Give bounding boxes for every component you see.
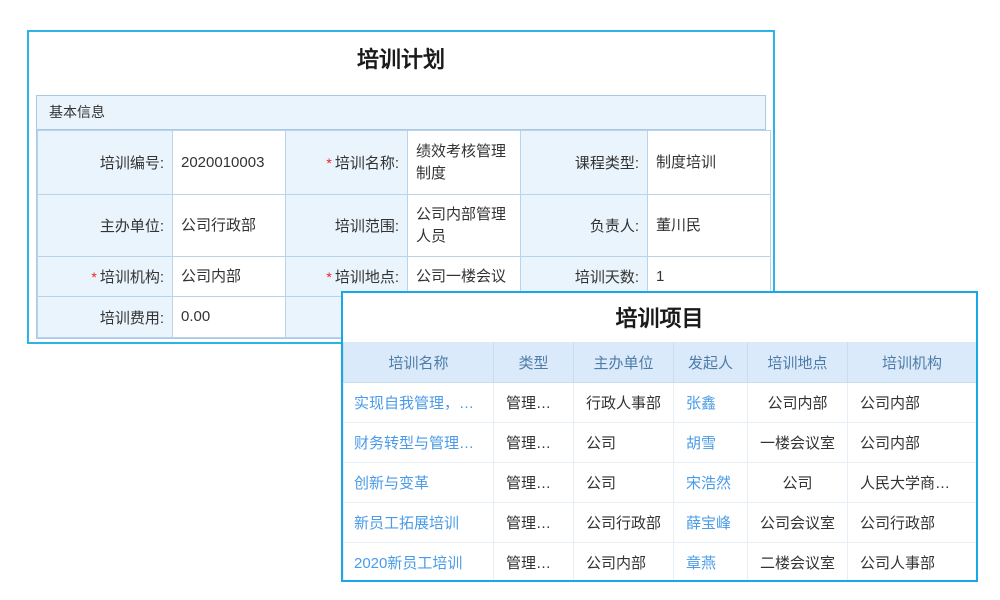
initiator-cell[interactable]: 章燕 xyxy=(674,543,748,583)
basic-info-header: 基本信息 xyxy=(37,96,765,130)
host-cell: 行政人事部 xyxy=(574,383,674,423)
table-row: 创新与变革 管理能力 公司 宋浩然 公司 人民大学商学院 xyxy=(344,463,977,503)
training-name-cell[interactable]: 新员工拓展培训 xyxy=(344,503,494,543)
host-cell: 公司内部 xyxy=(574,543,674,583)
initiator-cell[interactable]: 宋浩然 xyxy=(674,463,748,503)
form-row: 培训编号: 2020010003 *培训名称: 绩效考核管理制度 课程类型: 制… xyxy=(38,131,771,195)
initiator-link[interactable]: 胡雪 xyxy=(686,435,716,452)
col-header-location: 培训地点 xyxy=(748,343,848,383)
type-cell: 管理培训 xyxy=(494,543,574,583)
field-value-course-type: 制度培训 xyxy=(648,131,771,195)
field-value-training-agency: 公司内部 xyxy=(173,257,286,297)
plan-panel-title: 培训计划 xyxy=(29,45,773,75)
table-row: 实现自我管理，提... 管理培训 行政人事部 张鑫 公司内部 公司内部 xyxy=(344,383,977,423)
col-header-host-unit: 主办单位 xyxy=(574,343,674,383)
training-name-cell[interactable]: 实现自我管理，提... xyxy=(344,383,494,423)
required-asterisk: * xyxy=(326,269,331,285)
type-cell: 管理培训 xyxy=(494,383,574,423)
host-cell: 公司 xyxy=(574,463,674,503)
training-name-cell[interactable]: 2020新员工培训 xyxy=(344,543,494,583)
type-cell: 管理能力 xyxy=(494,463,574,503)
field-label-training-scope: 培训范围: xyxy=(286,195,408,257)
training-name-link[interactable]: 新员工拓展培训 xyxy=(354,515,459,532)
initiator-cell[interactable]: 胡雪 xyxy=(674,423,748,463)
initiator-link[interactable]: 张鑫 xyxy=(686,395,716,412)
location-cell: 二楼会议室 xyxy=(748,543,848,583)
training-name-link[interactable]: 财务转型与管理会计 xyxy=(354,435,489,452)
location-cell: 公司内部 xyxy=(748,383,848,423)
project-table: 培训名称 类型 主办单位 发起人 培训地点 培训机构 实现自我管理，提... 管… xyxy=(343,342,977,582)
form-row: 主办单位: 公司行政部 培训范围: 公司内部管理人员 负责人: 董川民 xyxy=(38,195,771,257)
required-asterisk: * xyxy=(91,269,96,285)
col-header-training-name: 培训名称 xyxy=(344,343,494,383)
location-cell: 公司 xyxy=(748,463,848,503)
type-cell: 管理培训 xyxy=(494,423,574,463)
field-label-training-id: 培训编号: xyxy=(38,131,173,195)
training-project-panel: 培训项目 培训名称 类型 主办单位 发起人 培训地点 培训机构 实现自我管理，提… xyxy=(341,291,978,582)
field-value-training-name: 绩效考核管理制度 xyxy=(408,131,521,195)
training-name-link[interactable]: 实现自我管理，提... xyxy=(354,395,487,412)
field-label-training-cost: 培训费用: xyxy=(38,297,173,338)
col-header-type: 类型 xyxy=(494,343,574,383)
agency-cell: 公司行政部 xyxy=(848,503,977,543)
initiator-link[interactable]: 薛宝峰 xyxy=(686,515,731,532)
training-name-cell[interactable]: 创新与变革 xyxy=(344,463,494,503)
type-cell: 管理培训 xyxy=(494,503,574,543)
field-value-training-id: 2020010003 xyxy=(173,131,286,195)
col-header-initiator: 发起人 xyxy=(674,343,748,383)
field-label-host-unit: 主办单位: xyxy=(38,195,173,257)
training-name-cell[interactable]: 财务转型与管理会计 xyxy=(344,423,494,463)
col-header-agency: 培训机构 xyxy=(848,343,977,383)
field-value-host-unit: 公司行政部 xyxy=(173,195,286,257)
initiator-link[interactable]: 宋浩然 xyxy=(686,475,731,492)
agency-cell: 公司内部 xyxy=(848,383,977,423)
field-label-training-agency: *培训机构: xyxy=(38,257,173,297)
location-cell: 公司会议室 xyxy=(748,503,848,543)
initiator-cell[interactable]: 张鑫 xyxy=(674,383,748,423)
initiator-cell[interactable]: 薛宝峰 xyxy=(674,503,748,543)
location-cell: 一楼会议室 xyxy=(748,423,848,463)
training-name-link[interactable]: 创新与变革 xyxy=(354,475,429,492)
table-row: 新员工拓展培训 管理培训 公司行政部 薛宝峰 公司会议室 公司行政部 xyxy=(344,503,977,543)
agency-cell: 公司人事部 xyxy=(848,543,977,583)
host-cell: 公司行政部 xyxy=(574,503,674,543)
table-row: 财务转型与管理会计 管理培训 公司 胡雪 一楼会议室 公司内部 xyxy=(344,423,977,463)
host-cell: 公司 xyxy=(574,423,674,463)
field-label-training-name: *培训名称: xyxy=(286,131,408,195)
table-row: 2020新员工培训 管理培训 公司内部 章燕 二楼会议室 公司人事部 xyxy=(344,543,977,583)
agency-cell: 人民大学商学院 xyxy=(848,463,977,503)
project-table-header-row: 培训名称 类型 主办单位 发起人 培训地点 培训机构 xyxy=(344,343,977,383)
agency-cell: 公司内部 xyxy=(848,423,977,463)
initiator-link[interactable]: 章燕 xyxy=(686,555,716,572)
field-label-person-in-charge: 负责人: xyxy=(521,195,648,257)
training-name-link[interactable]: 2020新员工培训 xyxy=(354,555,462,572)
field-value-person-in-charge: 董川民 xyxy=(648,195,771,257)
field-value-training-cost: 0.00 xyxy=(173,297,286,338)
field-value-training-scope: 公司内部管理人员 xyxy=(408,195,521,257)
field-label-course-type: 课程类型: xyxy=(521,131,648,195)
project-panel-title: 培训项目 xyxy=(343,293,976,342)
required-asterisk: * xyxy=(326,155,331,171)
